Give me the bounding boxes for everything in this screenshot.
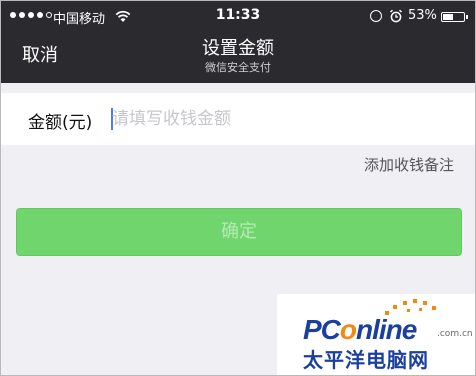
battery-icon <box>441 12 468 22</box>
clock: 11:33 <box>215 7 261 23</box>
watermark-chinese-name: 太平洋电脑网 <box>303 348 429 372</box>
page-title: 设置金额 <box>202 38 274 59</box>
battery-percent: 53% <box>408 8 437 23</box>
watermark-logo: PConline <box>303 314 417 345</box>
page-subtitle: 微信安全支付 <box>205 61 271 74</box>
amount-label: 金额(元) <box>28 113 93 133</box>
app-screen: 中国移动 11:33 53% 取消 设置金额 微信安全支付 金额(元) 请填写收… <box>0 0 476 376</box>
rotation-lock-icon <box>370 10 382 22</box>
confirm-button[interactable]: 确定 <box>16 208 462 256</box>
amount-row: 金额(元) <box>1 93 475 145</box>
amount-input[interactable] <box>109 105 452 133</box>
alarm-icon <box>389 9 403 23</box>
pconline-watermark: PConline .com.cn 太平洋电脑网 <box>277 294 475 375</box>
add-note-link[interactable]: 添加收钱备注 <box>364 154 454 175</box>
status-bar: 中国移动 11:33 53% <box>1 1 475 31</box>
top-bar: 中国移动 11:33 53% 取消 设置金额 微信安全支付 <box>1 1 475 83</box>
watermark-domain: .com.cn <box>437 329 473 339</box>
